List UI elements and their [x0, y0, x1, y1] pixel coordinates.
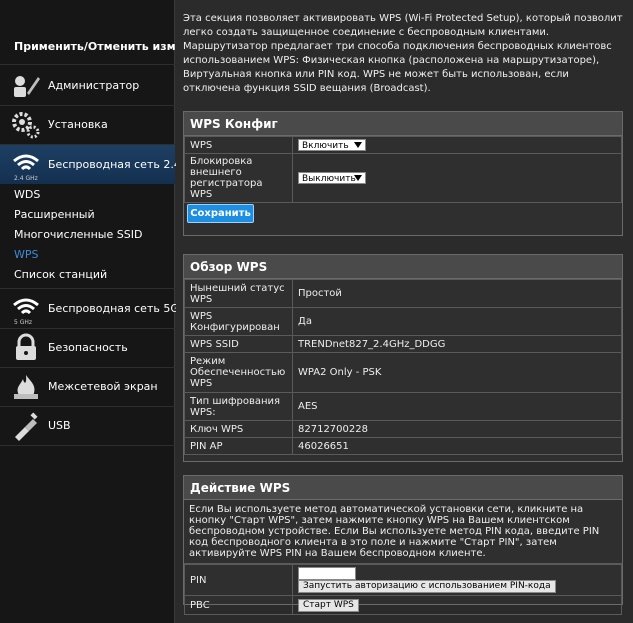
- table-row: Режим Обеспеченностью WPS WPA2 Only - PS…: [184, 352, 622, 393]
- gears-icon: [12, 112, 40, 139]
- row-label: WPS Конфигурирован: [184, 307, 293, 336]
- chevron-down-icon: [354, 142, 362, 148]
- row-label: WPS SSID: [184, 335, 293, 353]
- row-label: Нынешний статус WPS: [184, 279, 293, 308]
- table-row: WPS SSID TRENDnet827_2.4GHz_DDGG: [184, 335, 622, 353]
- row-value: TRENDnet827_2.4GHz_DDGG: [292, 335, 622, 353]
- pin-input[interactable]: [298, 567, 356, 580]
- table-row: PBC Старт WPS: [184, 595, 622, 615]
- fire-icon: [14, 375, 38, 399]
- row-label: Тип шифрования WPS:: [184, 392, 293, 421]
- action-description: Если Вы используете метод автоматической…: [184, 500, 622, 564]
- sidebar-item-wireless-24[interactable]: 2.4 GHz Беспроводная сеть 2.4GHz: [0, 145, 203, 184]
- row-value-cell: Запустить авторизацию с использованием P…: [292, 564, 622, 596]
- sidebar: Применить/Отменить изменения Администрат…: [0, 0, 221, 623]
- sidebar-item-label: Межсетевой экран: [48, 380, 158, 393]
- select-value: Включить: [302, 141, 349, 151]
- row-value: 46026651: [292, 437, 622, 455]
- sidebar-item-label: Беспроводная сеть 5GHz: [48, 302, 193, 315]
- row-label: Режим Обеспеченностью WPS: [184, 352, 293, 393]
- wps-enable-select[interactable]: Включить: [298, 139, 366, 151]
- main-content: Эта секция позволяет активировать WPS (W…: [176, 0, 633, 623]
- wps-config-table: WPS Включить Блокировка внешнего регистр…: [184, 136, 622, 203]
- sidebar-item-label: Безопасность: [48, 341, 128, 354]
- row-label: PIN AP: [184, 437, 293, 455]
- save-button[interactable]: Сохранить: [187, 204, 254, 223]
- panel-title: Действие WPS: [184, 476, 622, 500]
- select-value: Выключить: [302, 174, 356, 184]
- band-badge: 2.4 GHz: [14, 175, 38, 182]
- row-value: 82712700228: [292, 420, 622, 438]
- row-value: Простой: [292, 279, 622, 308]
- sidebar-item-label: Установка: [48, 118, 108, 131]
- row-label: PIN: [184, 564, 293, 596]
- row-value: AES: [292, 392, 622, 421]
- table-row: PIN Запустить авторизацию с использовани…: [184, 564, 622, 596]
- table-row: WPS Включить: [184, 136, 622, 154]
- table-row: Блокировка внешнего регистратора WPS Вык…: [184, 153, 622, 203]
- sidebar-subitem-advanced[interactable]: Расширенный: [14, 208, 95, 221]
- row-value-cell: Старт WPS: [292, 595, 622, 615]
- row-value: Да: [292, 307, 622, 336]
- start-wps-button[interactable]: Старт WPS: [298, 598, 359, 612]
- sidebar-item-label: Администратор: [48, 79, 140, 92]
- sidebar-subitem-station-list[interactable]: Список станций: [14, 268, 107, 281]
- row-label: PBC: [184, 595, 293, 615]
- row-label: WPS: [184, 136, 293, 154]
- row-value-cell: Выключить: [292, 153, 622, 203]
- row-value: WPA2 Only - PSK: [292, 352, 622, 393]
- row-label: Блокировка внешнего регистратора WPS: [184, 153, 293, 203]
- sidebar-item-usb[interactable]: USB: [0, 406, 175, 445]
- sidebar-item-administrator[interactable]: Администратор: [0, 66, 175, 105]
- table-row: Нынешний статус WPS Простой: [184, 279, 622, 308]
- table-row: Тип шифрования WPS: AES: [184, 392, 622, 421]
- usb-icon: [15, 412, 38, 441]
- wps-action-panel: Действие WPS Если Вы используете метод а…: [183, 475, 623, 615]
- sidebar-subitem-multiple-ssid[interactable]: Многочисленные SSID: [14, 228, 142, 241]
- chevron-down-icon: [354, 175, 362, 181]
- external-registrar-lock-select[interactable]: Выключить: [298, 172, 366, 184]
- admin-tools-icon: [14, 76, 40, 97]
- intro-description: Эта секция позволяет активировать WPS (W…: [183, 13, 623, 94]
- sidebar-subitem-wps[interactable]: WPS: [14, 248, 39, 261]
- start-pin-button[interactable]: Запустить авторизацию с использованием P…: [298, 580, 556, 593]
- panel-title: Обзор WPS: [184, 255, 622, 279]
- sidebar-item-firewall[interactable]: Межсетевой экран: [0, 367, 175, 406]
- row-value-cell: Включить: [292, 136, 622, 154]
- sidebar-subitem-wds[interactable]: WDS: [14, 188, 40, 201]
- panel-title: WPS Конфиг: [184, 112, 622, 136]
- lock-icon: [16, 333, 36, 360]
- row-label: Ключ WPS: [184, 420, 293, 438]
- band-badge: 5 GHz: [14, 319, 33, 326]
- sidebar-item-label: USB: [48, 419, 71, 432]
- wps-action-table: PIN Запустить авторизацию с использовани…: [184, 564, 622, 615]
- wps-overview-table: Нынешний статус WPS Простой WPS Конфигур…: [184, 279, 622, 455]
- divider: [0, 64, 175, 65]
- wps-overview-panel: Обзор WPS Нынешний статус WPS Простой WP…: [183, 254, 623, 462]
- divider: [0, 445, 175, 446]
- sidebar-item-security[interactable]: Безопасность: [0, 328, 175, 367]
- sidebar-item-setup[interactable]: Установка: [0, 105, 175, 144]
- table-row: Ключ WPS 82712700228: [184, 420, 622, 438]
- apply-changes-link[interactable]: Применить/Отменить изменения: [0, 30, 221, 64]
- sidebar-item-wireless-5[interactable]: 5 GHz Беспроводная сеть 5GHz: [0, 289, 193, 328]
- table-row: WPS Конфигурирован Да: [184, 307, 622, 336]
- table-row: PIN AP 46026651: [184, 437, 622, 455]
